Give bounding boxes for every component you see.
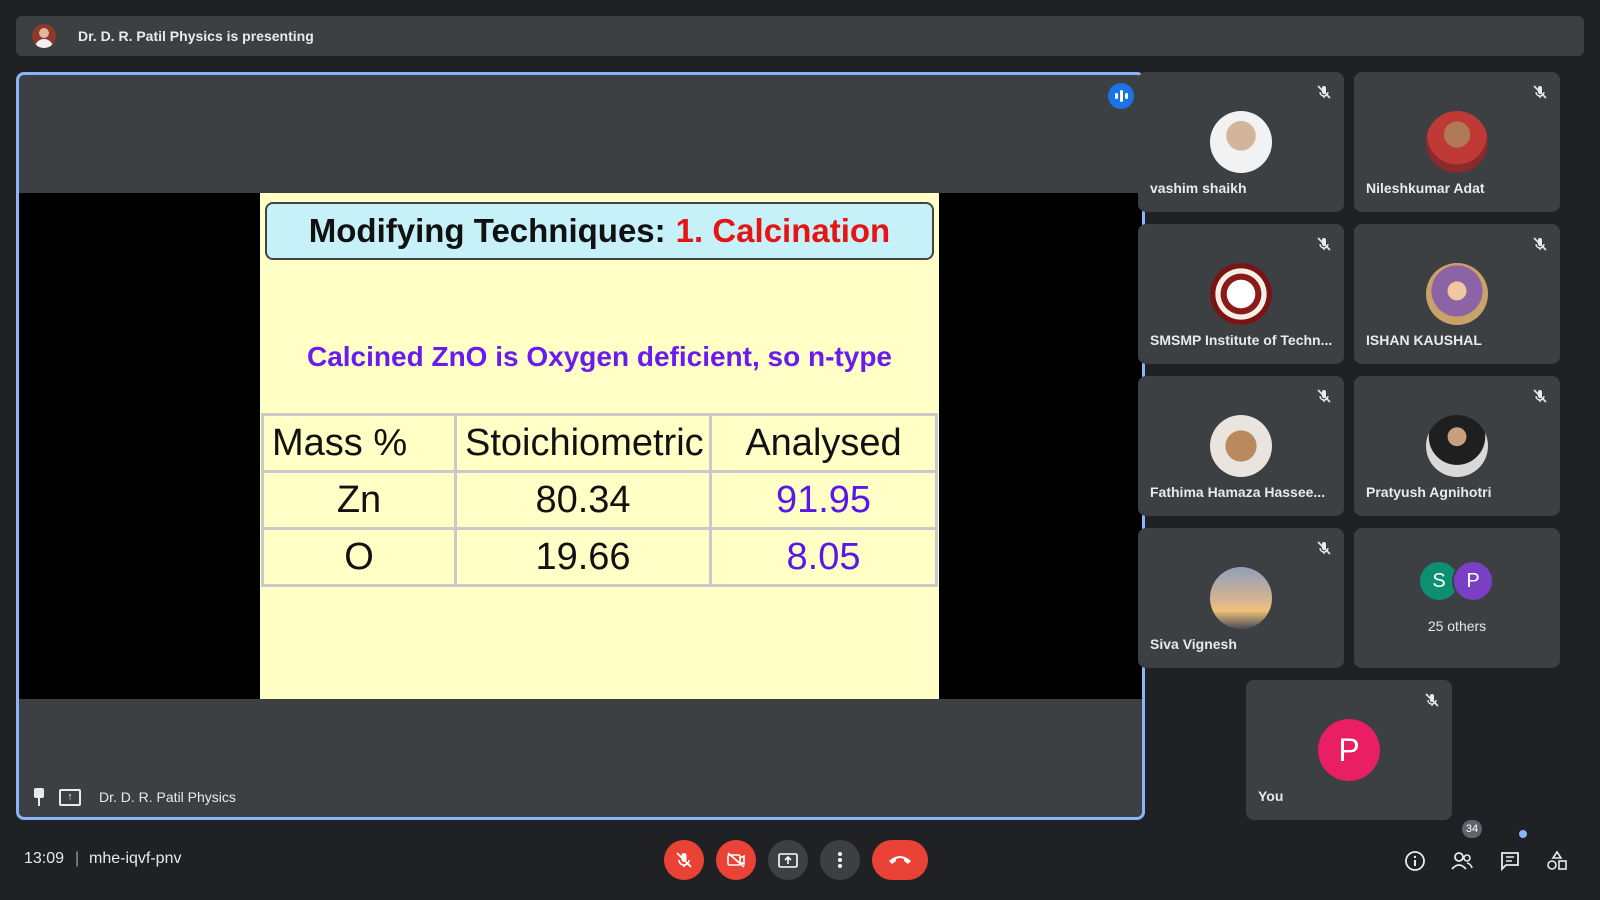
chat-notification-dot: [1519, 830, 1527, 838]
mic-off-icon: [1317, 237, 1331, 251]
participant-avatar: [1210, 415, 1272, 477]
activities-icon[interactable]: [1546, 850, 1568, 872]
toolbar-separator: |: [75, 850, 80, 867]
meeting-details-icon[interactable]: [1404, 850, 1426, 872]
meeting-code: mhe-iqvf-pnv: [89, 850, 182, 867]
participant-tile[interactable]: ISHAN KAUSHAL: [1354, 224, 1560, 364]
participant-avatar: [1210, 567, 1272, 629]
participant-avatar: [1426, 415, 1488, 477]
table-header: Analysed: [709, 413, 938, 473]
mic-off-icon: [1533, 237, 1547, 251]
mic-off-icon: [1317, 389, 1331, 403]
mic-toggle-button[interactable]: [664, 840, 704, 880]
slide-subtitle: Calcined ZnO is Oxygen deficient, so n-t…: [306, 341, 892, 372]
table-cell: 80.34: [454, 470, 712, 530]
presenter-avatar: [32, 24, 56, 48]
presentation-icon: ↑: [59, 788, 81, 806]
camera-toggle-button[interactable]: [716, 840, 756, 880]
mic-off-icon: [1425, 693, 1439, 707]
camera-off-icon: [727, 852, 745, 868]
participant-avatar: [1426, 111, 1488, 173]
self-name: You: [1258, 788, 1284, 804]
participant-tile[interactable]: Siva Vignesh: [1138, 528, 1344, 668]
participant-name: Nileshkumar Adat: [1366, 180, 1485, 196]
mic-off-icon: [1317, 541, 1331, 555]
others-avatars: S P: [1418, 560, 1494, 602]
table-cell: O: [261, 527, 457, 587]
meeting-clock: 13:09: [24, 850, 65, 867]
people-count-badge: 34: [1462, 820, 1482, 838]
chat-icon[interactable]: [1499, 850, 1521, 872]
bottom-toolbar: 13:09 | mhe-iqvf-pnv 34: [0, 820, 1600, 900]
table-cell: 19.66: [454, 527, 712, 587]
self-tile[interactable]: P You: [1246, 680, 1452, 820]
table-header: Stoichiometric: [454, 413, 712, 473]
self-avatar: P: [1318, 719, 1380, 781]
presentation-tile[interactable]: Modifying Techniques: 1. Calcination Cal…: [16, 72, 1145, 820]
participant-tile[interactable]: Nileshkumar Adat: [1354, 72, 1560, 212]
other-initial-avatar: P: [1452, 560, 1494, 602]
participant-name: SMSMP Institute of Techn...: [1150, 332, 1333, 348]
more-vert-icon: [838, 852, 842, 868]
participant-avatar: [1210, 111, 1272, 173]
presenting-text: Dr. D. R. Patil Physics is presenting: [78, 28, 314, 44]
table-row: O 19.66 8.05: [261, 527, 938, 587]
presentation-tile-footer: ↑ Dr. D. R. Patil Physics: [29, 787, 236, 807]
slide-title: Modifying Techniques: 1. Calcination: [265, 202, 934, 260]
mic-off-icon: [1317, 85, 1331, 99]
slide-table: Mass % Stoichiometric Analysed Zn 80.34 …: [261, 413, 938, 587]
participant-avatar: [1426, 263, 1488, 325]
people-icon[interactable]: [1450, 850, 1474, 872]
shared-slide: Modifying Techniques: 1. Calcination Cal…: [260, 193, 939, 699]
mic-off-icon: [1533, 85, 1547, 99]
participant-name: ISHAN KAUSHAL: [1366, 332, 1482, 348]
participant-tile[interactable]: SMSMP Institute of Techn...: [1138, 224, 1344, 364]
present-screen-icon: [778, 853, 798, 868]
participant-tile[interactable]: Fathima Hamaza Hassee...: [1138, 376, 1344, 516]
slide-title-highlight: 1. Calcination: [675, 212, 891, 249]
institute-logo-avatar: [1210, 263, 1272, 325]
others-tile[interactable]: S P 25 others: [1354, 528, 1560, 668]
participant-name: Fathima Hamaza Hassee...: [1150, 484, 1326, 500]
table-cell: Zn: [261, 470, 457, 530]
more-options-button[interactable]: [820, 840, 860, 880]
table-cell: 91.95: [709, 470, 938, 530]
table-header: Mass %: [261, 413, 457, 473]
mic-off-icon: [1533, 389, 1547, 403]
hang-up-icon: [889, 856, 911, 864]
participant-name: Siva Vignesh: [1150, 636, 1237, 652]
participant-tile[interactable]: Pratyush Agnihotri: [1354, 376, 1560, 516]
table-cell: 8.05: [709, 527, 938, 587]
participant-name: vashim shaikh: [1150, 180, 1247, 196]
leave-call-button[interactable]: [872, 840, 928, 880]
presenting-banner: Dr. D. R. Patil Physics is presenting: [16, 16, 1584, 56]
table-header-row: Mass % Stoichiometric Analysed: [261, 413, 938, 473]
mic-off-icon: [676, 852, 692, 868]
slide-title-main: Modifying Techniques:: [308, 212, 666, 249]
speaking-indicator-icon: [1108, 83, 1134, 109]
participant-tile[interactable]: vashim shaikh: [1138, 72, 1344, 212]
table-row: Zn 80.34 91.95: [261, 470, 938, 530]
present-now-button[interactable]: [768, 840, 808, 880]
participant-name: Pratyush Agnihotri: [1366, 484, 1492, 500]
pin-icon[interactable]: [29, 787, 49, 807]
others-count-label: 25 others: [1427, 618, 1487, 634]
presenter-name-label: Dr. D. R. Patil Physics: [99, 789, 236, 805]
